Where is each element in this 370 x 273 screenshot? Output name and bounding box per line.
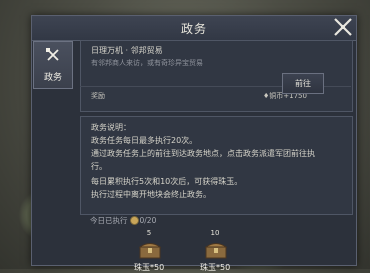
chest-reward: 珠玉*50 <box>134 263 165 272</box>
chest-reward: 珠玉*50 <box>200 263 231 272</box>
treasure-chest-icon <box>139 243 161 259</box>
crossed-tools-icon <box>46 48 59 61</box>
info-line: 执行过程中离开地块会终止政务。 <box>91 190 211 199</box>
task-description: 有邻邦商人来访，或有奇珍异宝贸易 <box>91 59 203 67</box>
progress-label: 今日已执行 <box>90 216 128 225</box>
reward-chest-5[interactable]: 5 珠玉*50 <box>129 229 169 272</box>
daily-progress: 今日已执行 0/20 <box>90 215 156 226</box>
tab-label: 政务 <box>43 73 62 83</box>
tab-government-affairs[interactable]: 政务 <box>33 41 73 89</box>
reward-label: 奖励 <box>91 92 105 100</box>
progress-value: 0/20 <box>139 216 157 225</box>
info-line: 通过政务任务上的前往到达政务地点，点击政务派遣军团前往执 <box>91 149 315 158</box>
info-line: 政务任务每日最多执行20次。 <box>91 136 198 145</box>
reward-chest-10[interactable]: 10 珠玉*50 <box>195 229 235 272</box>
title-bar: 政务 <box>32 16 356 41</box>
info-line: 每日累积执行5次和10次后，可获得珠玉。 <box>91 177 243 186</box>
government-affairs-dialog: 政务 政务 日理万机 · 邻邦贸易 有邻邦商人来访，或有奇珍异宝贸易 奖励 ♦铜… <box>31 12 358 272</box>
treasure-chest-icon <box>205 243 227 259</box>
close-button[interactable] <box>328 12 358 42</box>
info-header: 政务说明： <box>91 123 131 132</box>
info-panel: 政务说明： 政务任务每日最多执行20次。 通过政务任务上的前往到达政务地点，点击… <box>80 116 353 215</box>
dialog-title: 政务 <box>180 22 207 36</box>
close-icon <box>334 18 352 36</box>
coin-icon <box>129 216 139 225</box>
task-title: 日理万机 · 邻邦贸易 <box>91 46 163 55</box>
goto-button[interactable]: 前往 <box>282 73 324 94</box>
chest-threshold: 5 <box>146 229 152 237</box>
info-line: 行。 <box>91 162 107 171</box>
chest-threshold: 10 <box>210 229 220 237</box>
